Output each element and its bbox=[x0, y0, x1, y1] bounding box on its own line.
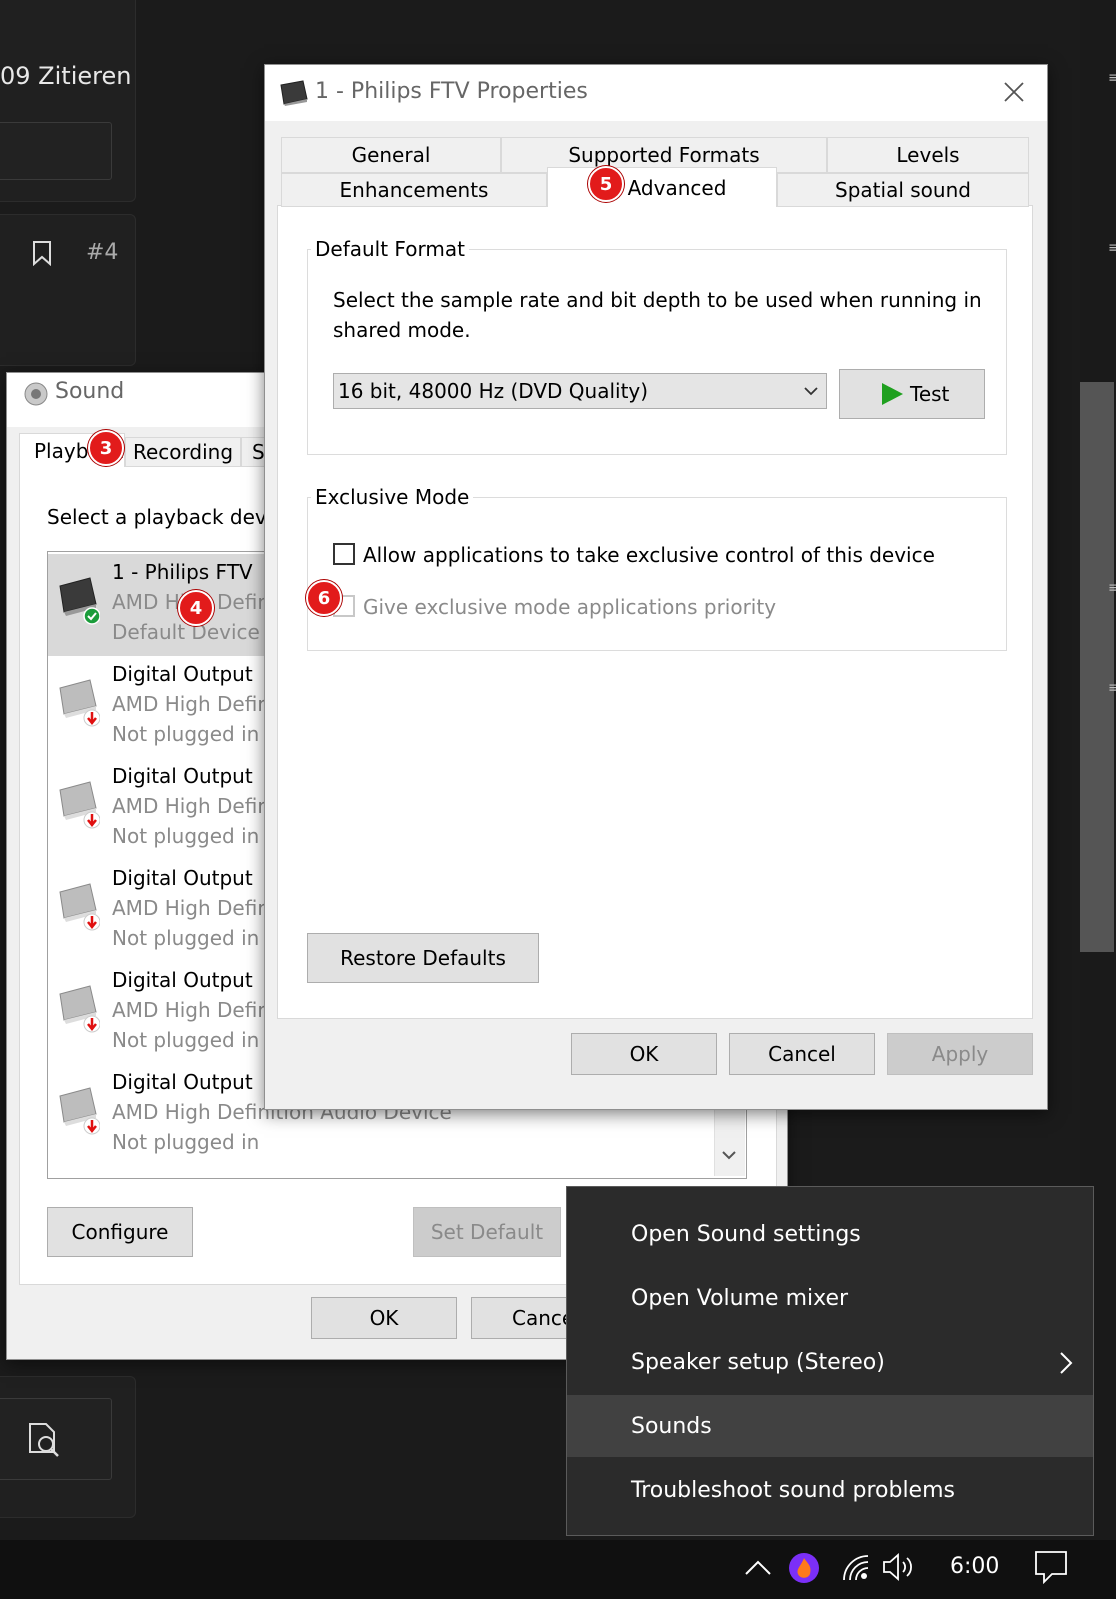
test-button[interactable]: Test bbox=[839, 369, 985, 419]
default-format-group bbox=[307, 249, 1007, 455]
speaker-icon bbox=[24, 382, 48, 406]
tab-enhancements[interactable]: Enhancements bbox=[281, 173, 547, 207]
menu-item-sounds[interactable]: Sounds bbox=[567, 1395, 1093, 1457]
menu-item-label: Troubleshoot sound problems bbox=[631, 1477, 955, 1503]
step-badge-4: 4 bbox=[178, 590, 214, 626]
monitor-unplugged-icon bbox=[59, 985, 100, 1033]
menu-item-label: Open Volume mixer bbox=[631, 1285, 849, 1311]
bookmark-icon[interactable] bbox=[32, 240, 52, 266]
allow-exclusive-label[interactable]: Allow applications to take exclusive con… bbox=[363, 543, 935, 567]
properties-cancel-button[interactable]: Cancel bbox=[729, 1033, 875, 1075]
monitor-icon bbox=[280, 80, 308, 106]
background-post-toolbar bbox=[0, 214, 136, 366]
device-row-philips[interactable]: 1 - Philips FTV AMD High Defini Default … bbox=[48, 554, 284, 656]
monitor-icon bbox=[59, 577, 100, 625]
device-status: Not plugged in bbox=[112, 1028, 260, 1052]
monitor-unplugged-icon bbox=[59, 883, 100, 931]
taskbar: 6:00 bbox=[0, 1540, 1116, 1599]
playback-instruction: Select a playback device bbox=[47, 505, 296, 529]
configure-button[interactable]: Configure bbox=[47, 1207, 193, 1257]
monitor-unplugged-icon bbox=[59, 1087, 100, 1135]
cite-button[interactable]: 09 Zitieren bbox=[0, 62, 131, 90]
taskbar-clock[interactable]: 6:00 bbox=[950, 1554, 999, 1579]
format-dropdown[interactable]: 16 bit, 48000 Hz (DVD Quality) bbox=[333, 373, 827, 409]
menu-item-speaker-setup[interactable]: Speaker setup (Stereo) bbox=[567, 1331, 1093, 1393]
tab-recording[interactable]: Recording bbox=[125, 437, 241, 467]
document-search-icon[interactable] bbox=[26, 1422, 64, 1460]
description-line: Select the sample rate and bit depth to … bbox=[333, 288, 982, 312]
description-line: shared mode. bbox=[333, 318, 471, 342]
tab-advanced[interactable]: Advanced bbox=[547, 167, 777, 207]
edge-icon: ≡ bbox=[1108, 680, 1116, 696]
tab-levels[interactable]: Levels bbox=[827, 137, 1029, 173]
device-name: Digital Output bbox=[112, 866, 253, 890]
device-status: Not plugged in bbox=[112, 926, 260, 950]
exclusive-mode-group bbox=[307, 497, 1007, 651]
device-name: 1 - Philips FTV bbox=[112, 560, 253, 584]
device-status: Not plugged in bbox=[112, 722, 260, 746]
allow-exclusive-checkbox[interactable] bbox=[333, 543, 355, 565]
step-badge-6: 6 bbox=[306, 580, 342, 616]
sound-title: Sound bbox=[55, 379, 125, 404]
restore-defaults-button[interactable]: Restore Defaults bbox=[307, 933, 539, 983]
page-scrollbar-thumb[interactable] bbox=[1080, 382, 1114, 952]
set-default-button[interactable]: Set Default bbox=[413, 1207, 561, 1257]
menu-item-label: Sounds bbox=[631, 1413, 712, 1439]
tab-general[interactable]: General bbox=[281, 137, 501, 173]
properties-title: 1 - Philips FTV Properties bbox=[315, 79, 588, 104]
monitor-unplugged-icon bbox=[59, 679, 100, 727]
edge-icon: ≡ bbox=[1108, 580, 1116, 596]
menu-item-open-volume-mixer[interactable]: Open Volume mixer bbox=[567, 1267, 1093, 1329]
step-badge-5: 5 bbox=[588, 166, 624, 202]
device-status: Not plugged in bbox=[112, 1130, 260, 1154]
device-name: Digital Output bbox=[112, 764, 253, 788]
device-name: Digital Output bbox=[112, 968, 253, 992]
edge-icon: ≡ bbox=[1108, 70, 1116, 86]
chevron-up-icon[interactable] bbox=[744, 1558, 772, 1576]
exclusive-mode-label: Exclusive Mode bbox=[311, 485, 474, 509]
edge-icon: ≡ bbox=[1108, 240, 1116, 256]
device-driver: AMD High Defini bbox=[112, 692, 276, 716]
sound-context-menu: Open Sound settings Open Volume mixer Sp… bbox=[566, 1186, 1094, 1536]
play-icon bbox=[882, 383, 903, 405]
device-status: Not plugged in bbox=[112, 824, 260, 848]
device-name: Digital Output bbox=[112, 662, 253, 686]
device-name: Digital Output bbox=[112, 1070, 253, 1094]
properties-apply-button[interactable]: Apply bbox=[887, 1033, 1033, 1075]
default-format-label: Default Format bbox=[311, 237, 469, 261]
background-input[interactable] bbox=[0, 122, 112, 180]
post-number[interactable]: #4 bbox=[86, 240, 118, 265]
chevron-right-icon bbox=[1060, 1352, 1073, 1374]
properties-title-bar[interactable]: 1 - Philips FTV Properties bbox=[265, 65, 1047, 121]
menu-item-label: Open Sound settings bbox=[631, 1221, 861, 1247]
volume-icon[interactable] bbox=[882, 1552, 916, 1582]
device-driver: AMD High Defini bbox=[112, 896, 276, 920]
device-driver: AMD High Defini bbox=[112, 794, 276, 818]
menu-item-label: Speaker setup (Stereo) bbox=[631, 1349, 885, 1375]
network-icon[interactable] bbox=[842, 1554, 872, 1582]
exclusive-priority-label: Give exclusive mode applications priorit… bbox=[363, 595, 777, 619]
test-label: Test bbox=[910, 382, 950, 406]
tab-spatial-sound[interactable]: Spatial sound bbox=[777, 173, 1029, 207]
menu-item-open-sound-settings[interactable]: Open Sound settings bbox=[567, 1203, 1093, 1265]
device-status: Default Device bbox=[112, 620, 260, 644]
format-selected-value: 16 bit, 48000 Hz (DVD Quality) bbox=[338, 379, 649, 403]
notification-icon[interactable] bbox=[1034, 1550, 1068, 1584]
properties-ok-button[interactable]: OK bbox=[571, 1033, 717, 1075]
device-driver: AMD High Defini bbox=[112, 998, 276, 1022]
step-badge-3: 3 bbox=[88, 430, 124, 466]
default-format-description: Select the sample rate and bit depth to … bbox=[333, 285, 982, 345]
chevron-down-icon[interactable] bbox=[722, 1150, 736, 1160]
monitor-unplugged-icon bbox=[59, 781, 100, 829]
properties-dialog: 1 - Philips FTV Properties General Suppo… bbox=[264, 64, 1048, 1110]
chevron-down-icon bbox=[804, 387, 818, 396]
menu-item-troubleshoot[interactable]: Troubleshoot sound problems bbox=[567, 1459, 1093, 1521]
close-icon[interactable] bbox=[1003, 81, 1025, 103]
app-tray-icon[interactable] bbox=[788, 1552, 820, 1584]
sound-ok-button[interactable]: OK bbox=[311, 1297, 457, 1339]
